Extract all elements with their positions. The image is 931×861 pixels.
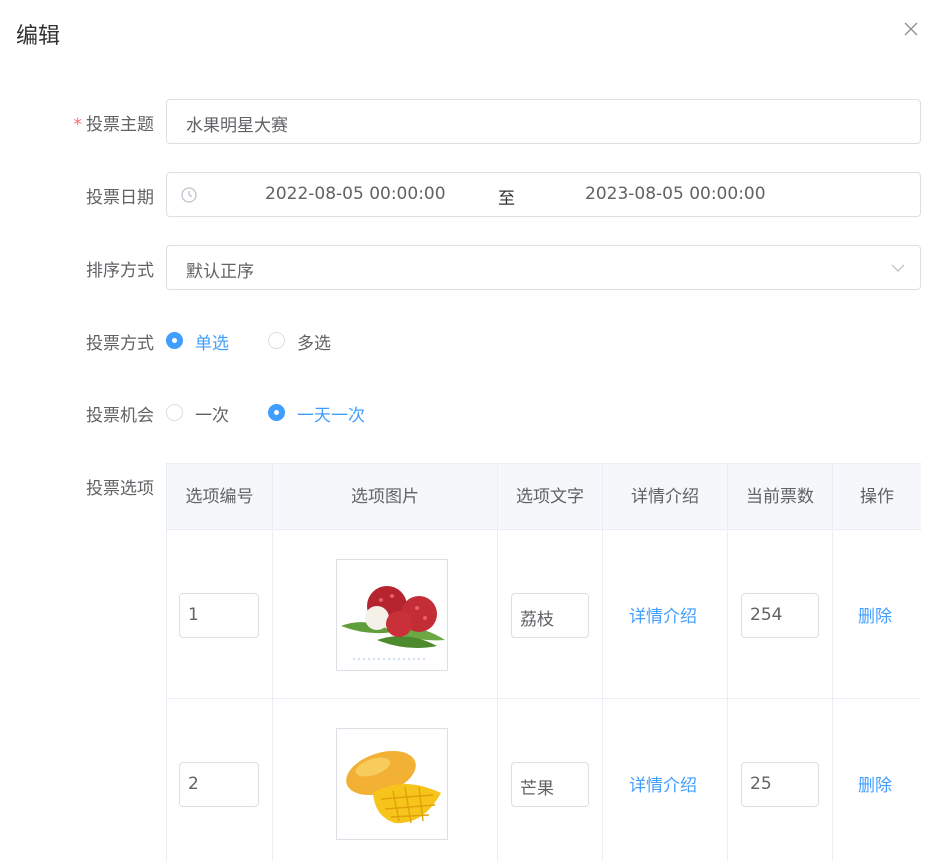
radio-multiple[interactable]: 多选 — [268, 329, 348, 354]
radio-unchecked-icon — [166, 404, 183, 421]
cell-image — [273, 530, 498, 699]
close-button[interactable] — [900, 18, 922, 40]
radio-checked-icon — [268, 404, 285, 421]
cell-votes: 254 — [728, 530, 833, 699]
mango-image[interactable] — [336, 728, 448, 840]
header-action: 操作 — [860, 487, 894, 507]
radio-single-label: 单选 — [195, 334, 229, 354]
date-end-input[interactable]: 2023-08-05 00:00:00 — [585, 184, 766, 204]
clock-icon — [181, 187, 197, 203]
date-range-picker[interactable]: 2022-08-05 00:00:00 至 2023-08-05 00:00:0… — [166, 172, 921, 217]
date-label: 投票日期 — [86, 188, 154, 208]
date-start-input[interactable]: 2022-08-05 00:00:00 — [265, 184, 446, 204]
cell-text: 荔枝 — [498, 530, 603, 699]
lychee-image[interactable] — [336, 559, 448, 671]
radio-daily[interactable]: 一天一次 — [268, 401, 388, 426]
radio-daily-label: 一天一次 — [297, 406, 365, 426]
theme-input-value: 水果明星大赛 — [186, 116, 288, 136]
cell-action: 删除 — [833, 530, 921, 699]
text-input-value: 荔枝 — [520, 610, 554, 630]
votes-input[interactable]: 25 — [741, 762, 819, 807]
table-header: 选项编号 选项图片 选项文字 详情介绍 当前票数 操作 — [167, 464, 921, 530]
sort-label: 排序方式 — [86, 261, 154, 281]
votes-input-value: 254 — [750, 605, 783, 625]
header-image: 选项图片 — [273, 464, 498, 530]
radio-single[interactable]: 单选 — [166, 329, 246, 354]
close-icon[interactable] — [900, 18, 922, 40]
cell-detail: 详情介绍 — [603, 699, 728, 861]
dialog-title: 编辑 — [16, 24, 61, 49]
sort-select[interactable]: 默认正序 — [166, 245, 921, 290]
votes-input[interactable]: 254 — [741, 593, 819, 638]
number-input-value: 2 — [188, 774, 199, 794]
cell-action: 删除 — [833, 699, 921, 861]
radio-multiple-label: 多选 — [297, 334, 331, 354]
radio-once[interactable]: 一次 — [166, 401, 246, 426]
theme-label: * 投票主题 — [73, 115, 155, 135]
votes-input-value: 25 — [750, 774, 772, 794]
theme-input[interactable]: 水果明星大赛 — [166, 99, 921, 144]
required-star: * — [73, 115, 83, 135]
cell-number: 1 — [167, 530, 273, 699]
theme-row: * 投票主题 水果明星大赛 — [0, 99, 931, 144]
detail-link[interactable]: 详情介绍 — [629, 771, 697, 796]
delete-link[interactable]: 删除 — [858, 602, 892, 627]
text-input-value: 芒果 — [520, 779, 554, 799]
number-input-value: 1 — [188, 605, 199, 625]
text-input[interactable]: 芒果 — [511, 762, 589, 807]
header-text: 选项文字 — [498, 464, 603, 530]
cell-votes: 25 — [728, 699, 833, 861]
table-row: 1 荔枝 详情介绍 254 删除 — [167, 530, 921, 699]
radio-checked-icon — [166, 332, 183, 349]
cell-image — [273, 699, 498, 861]
header-detail: 详情介绍 — [603, 464, 728, 530]
cell-text: 芒果 — [498, 699, 603, 861]
number-input[interactable]: 1 — [179, 593, 259, 638]
number-input[interactable]: 2 — [179, 762, 259, 807]
options-label: 投票选项 — [86, 479, 154, 499]
sort-select-value: 默认正序 — [186, 262, 254, 282]
date-separator: 至 — [498, 189, 515, 209]
vote-chance-label: 投票机会 — [86, 406, 154, 426]
vote-type-label: 投票方式 — [86, 334, 154, 354]
header-votes: 当前票数 — [728, 464, 833, 530]
vote-type-row: 投票方式 单选 多选 — [0, 328, 931, 354]
date-row: 投票日期 2022-08-05 00:00:00 至 2023-08-05 00… — [0, 172, 931, 217]
detail-link[interactable]: 详情介绍 — [629, 602, 697, 627]
chevron-down-icon — [891, 264, 905, 272]
delete-link[interactable]: 删除 — [858, 771, 892, 796]
header-number: 选项编号 — [167, 464, 273, 530]
cell-detail: 详情介绍 — [603, 530, 728, 699]
radio-once-label: 一次 — [195, 406, 229, 426]
sort-row: 排序方式 默认正序 — [0, 245, 931, 290]
text-input[interactable]: 荔枝 — [511, 593, 589, 638]
options-table: 选项编号 选项图片 选项文字 详情介绍 当前票数 操作 1 荔枝 详情介绍 25… — [166, 463, 921, 861]
vote-chance-row: 投票机会 一次 一天一次 — [0, 400, 931, 426]
cell-number: 2 — [167, 699, 273, 861]
radio-unchecked-icon — [268, 332, 285, 349]
table-row: 2 芒果 详情介绍 25 删除 — [167, 699, 921, 861]
